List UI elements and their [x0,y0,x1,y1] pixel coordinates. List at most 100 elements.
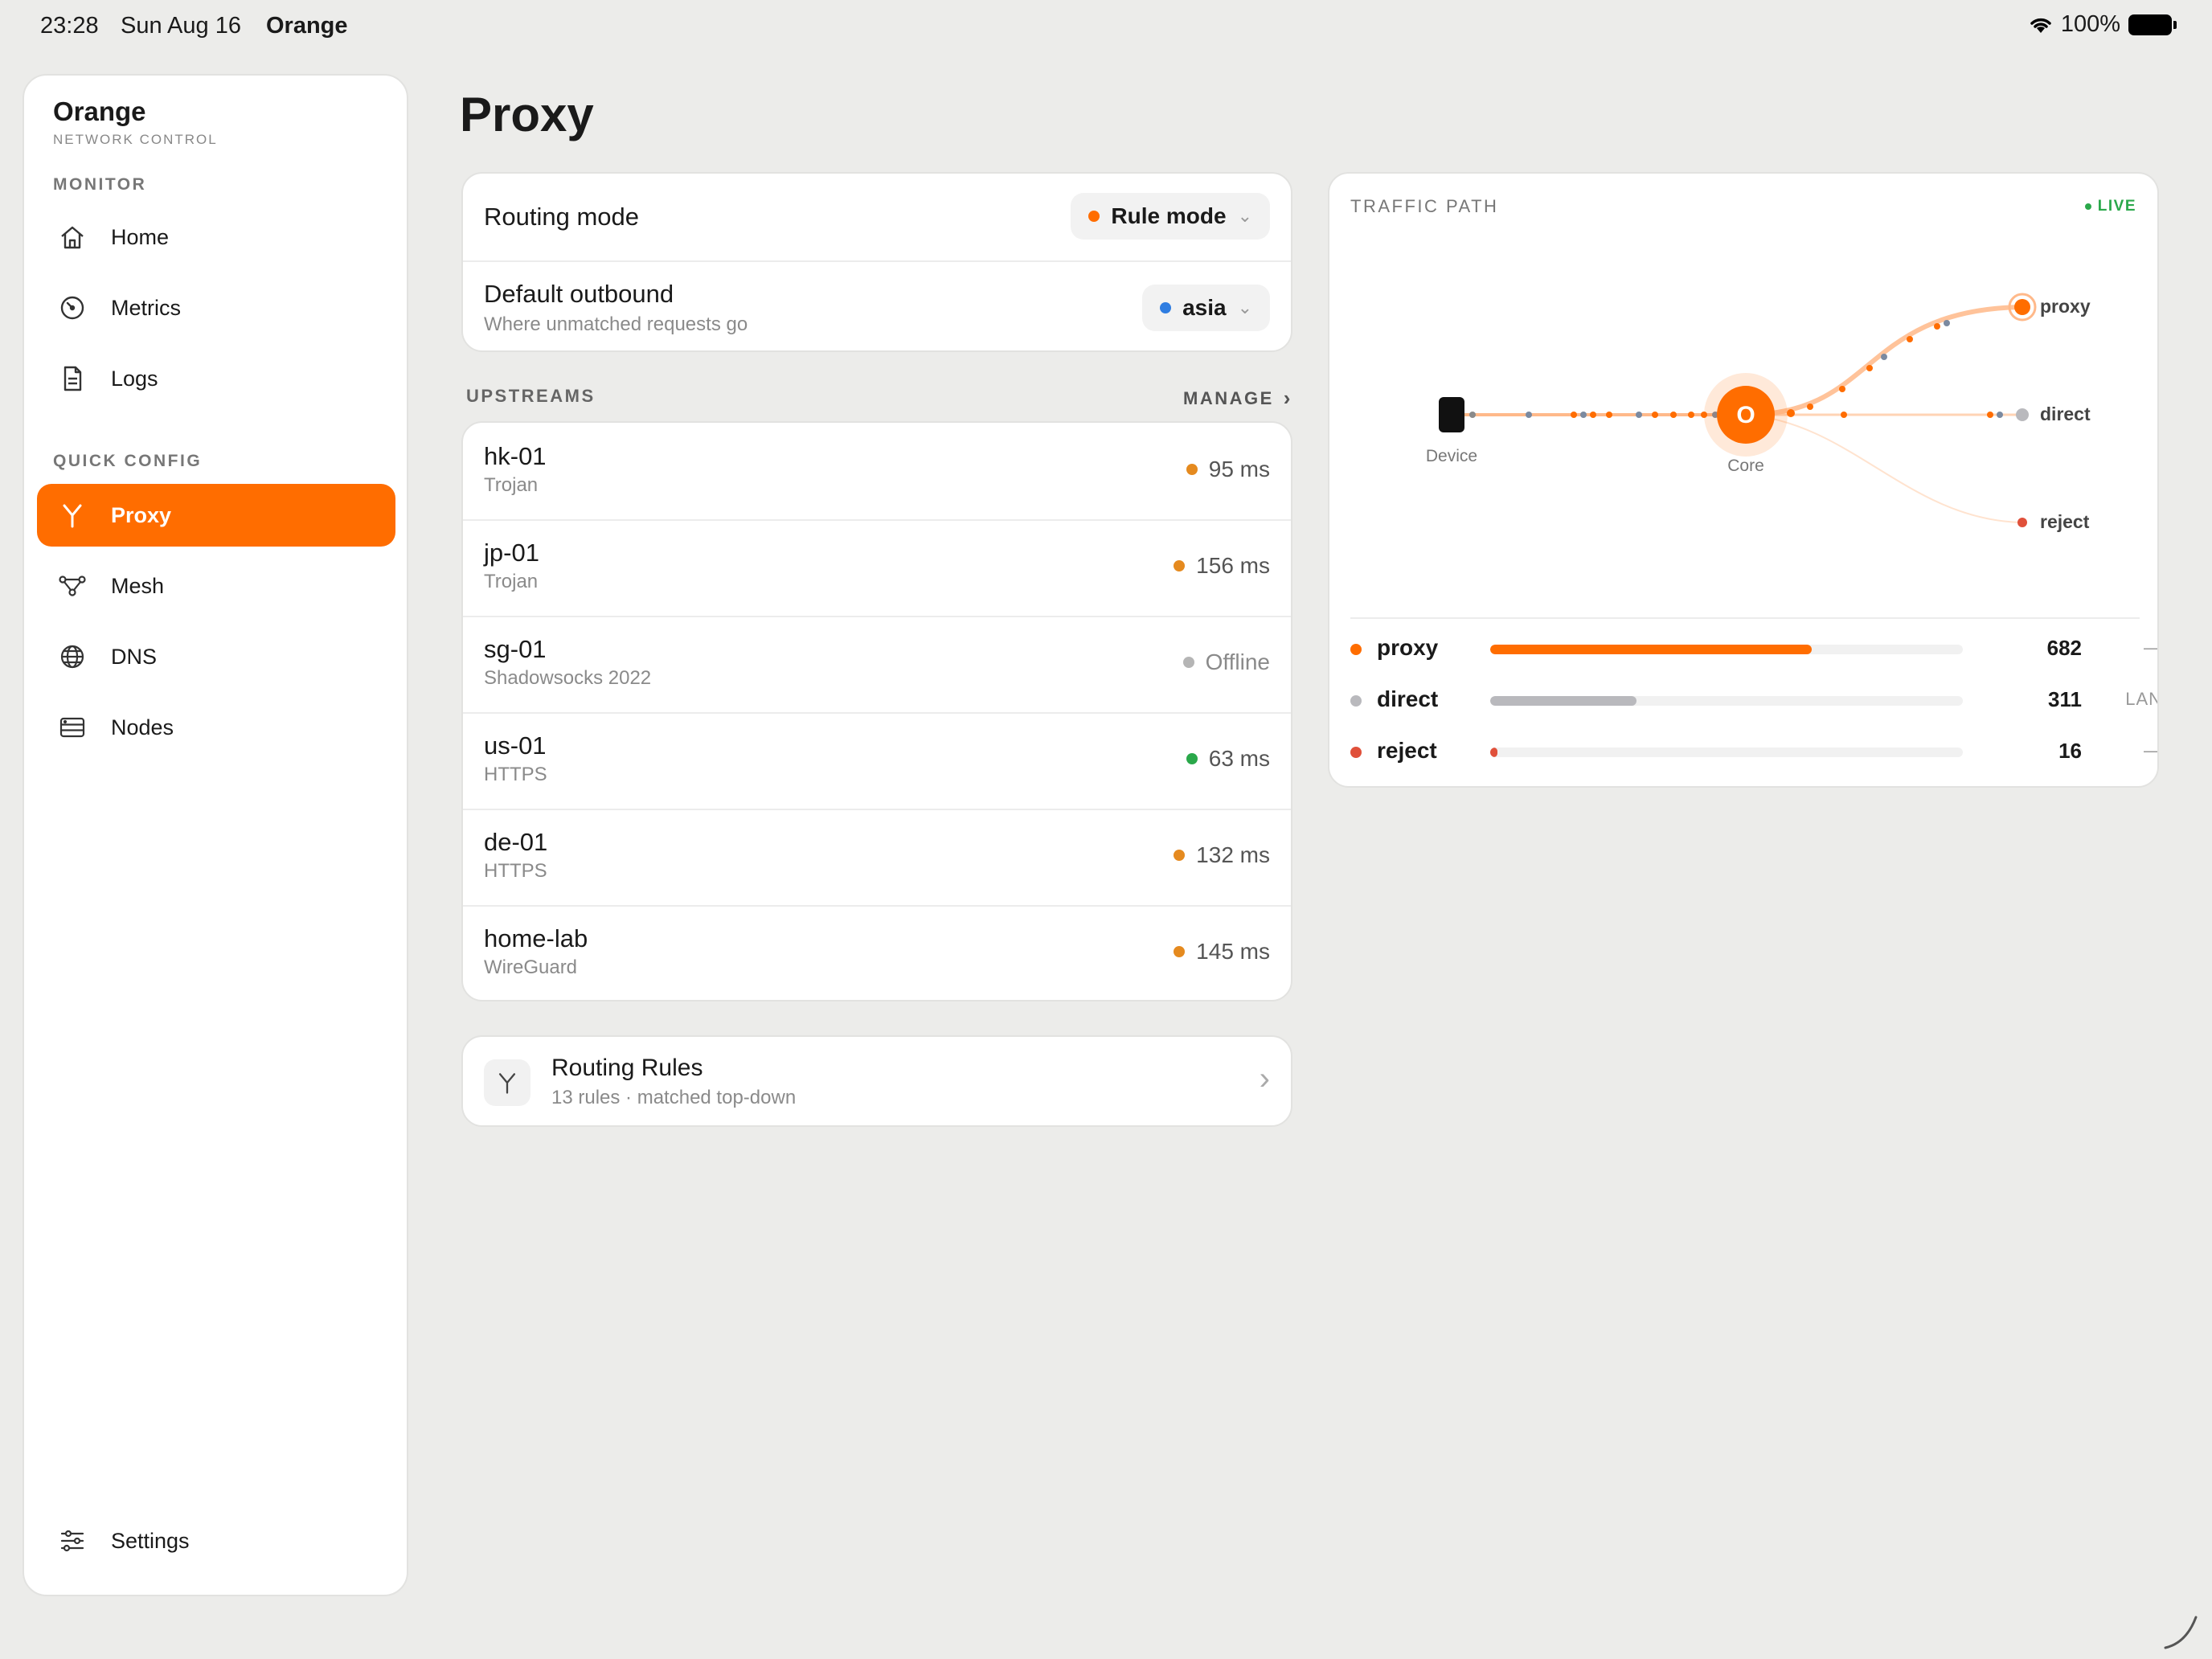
list-item[interactable]: hk-01 Trojan 95 ms [463,423,1291,519]
section-label-quick-config: QUICK CONFIG [53,452,203,470]
page-title: Proxy [460,88,594,141]
status-dot [1174,946,1186,957]
sidebar-item-nodes[interactable]: Nodes [37,696,395,759]
sidebar-item-label: Metrics [111,295,181,320]
packet-dot [1807,403,1813,410]
list-item[interactable]: jp-01 Trojan 156 ms [463,521,1291,616]
proxy-line [1745,305,2022,417]
latency-value: 145 ms [1196,939,1270,964]
packet-dot [1987,412,1993,418]
routing-mode-select[interactable]: Rule mode ⌄ [1071,193,1270,240]
packet-dot [1839,386,1845,392]
upstream-protocol: HTTPS [484,764,547,785]
brand: Orange NETWORK CONTROL [53,96,218,148]
divider [1350,617,2140,619]
battery-icon [2128,14,2177,35]
gauge-icon [56,292,88,324]
sidebar-item-logs[interactable]: Logs [37,347,395,410]
packet-dot [1944,320,1950,326]
sidebar-item-label: Proxy [111,502,172,527]
legend-name: proxy [1377,635,1439,660]
upstreams-header: UPSTREAMS [466,386,596,406]
latency-value: 132 ms [1196,842,1270,867]
globe-icon [56,641,88,673]
list-item[interactable]: de-01 HTTPS 132 ms [463,810,1291,905]
fork-icon [484,1059,530,1106]
packet-dot [1636,412,1642,418]
sidebar-item-settings[interactable]: Settings [37,1509,395,1572]
sidebar-item-label: Home [111,224,170,249]
upstream-name: home-lab [484,924,588,952]
status-carrier: Orange [266,13,348,39]
legend-name: reject [1377,738,1437,763]
legend-row-proxy: proxy 682 — [1350,633,2157,666]
section-label-monitor: MONITOR [53,175,147,194]
status-right: 100% [2029,11,2177,38]
routing-rules-card[interactable]: Routing Rules 13 rules · matched top-dow… [461,1035,1292,1127]
latency-value: 156 ms [1196,553,1270,578]
target-label-reject: reject [2040,511,2090,532]
sidebar-item-label: Nodes [111,715,174,739]
status-dot [1186,753,1198,764]
packet-dot [1590,412,1596,418]
upstream-name: us-01 [484,731,547,760]
default-outbound-label: Default outbound [484,280,674,308]
legend-count: 311 [2048,687,2082,711]
packet-dot [1841,412,1847,418]
chevron-down-icon: ⌄ [1237,206,1252,226]
core-letter: O [1736,402,1755,428]
core-label: Core [1727,457,1764,475]
legend-bar-track [1490,645,1963,654]
default-outbound-select[interactable]: asia ⌄ [1142,285,1270,331]
upstream-latency: 145 ms [1174,939,1270,965]
wifi-icon [2030,18,2051,33]
sidebar-item-label: DNS [111,644,158,669]
legend-dot [1350,747,1362,758]
status-time: 23:28 [40,13,99,39]
upstreams-list: hk-01 Trojan 95 ms jp-01 Trojan 156 ms s… [461,421,1292,1002]
upstream-latency: 132 ms [1174,842,1270,868]
sidebar-item-home[interactable]: Home [37,206,395,268]
direct-node [2016,408,2029,421]
server-icon [56,711,88,743]
sidebar-item-label: Mesh [111,573,165,598]
status-dot [1186,464,1198,475]
list-item[interactable]: sg-01 Shadowsocks 2022 Offline [463,617,1291,712]
mesh-icon [56,570,88,602]
legend-bar-fill [1490,748,1498,757]
list-item[interactable]: home-lab WireGuard 145 ms [463,907,1291,1000]
sidebar-item-dns[interactable]: DNS [37,625,395,688]
routing-rules-title: Routing Rules [551,1055,703,1081]
legend-name: direct [1377,686,1439,711]
packet-dot [1606,412,1612,418]
brand-subtitle: NETWORK CONTROL [53,132,218,147]
upstream-name: sg-01 [484,635,547,663]
sidebar-item-proxy[interactable]: Proxy [37,484,395,547]
target-label-direct: direct [2040,403,2091,424]
packet-dot [1907,336,1913,342]
proxy-node [2014,299,2030,315]
legend-bar-fill [1490,645,1812,654]
packet-dot [1526,412,1532,418]
legend-bar-track [1490,748,1963,757]
sidebar-item-mesh[interactable]: Mesh [37,555,395,617]
sidebar-item-label: Settings [111,1528,190,1553]
legend-count: 16 [2058,739,2082,763]
packet-dot [1997,412,2003,418]
packet-dot [1670,412,1677,418]
list-item[interactable]: us-01 HTTPS 63 ms [463,714,1291,809]
routing-card: Routing mode Rule mode ⌄ Default outboun… [461,172,1292,352]
legend-row-reject: reject 16 — [1350,736,2157,768]
legend-dot [1350,695,1362,707]
status-dot [1182,657,1194,668]
home-icon [56,221,88,253]
upstream-protocol: Trojan [484,474,539,496]
sidebar-item-metrics[interactable]: Metrics [37,276,395,339]
upstream-protocol: HTTPS [484,860,547,882]
sidebar: Orange NETWORK CONTROL MONITOR Home Metr… [23,74,408,1596]
routing-mode-value: Rule mode [1111,203,1227,228]
legend-note: — [2098,740,2157,761]
pencil-hover-icon [2164,1616,2198,1649]
manage-link[interactable]: MANAGE › [1183,386,1290,411]
chevron-right-icon: › [1259,1061,1270,1096]
